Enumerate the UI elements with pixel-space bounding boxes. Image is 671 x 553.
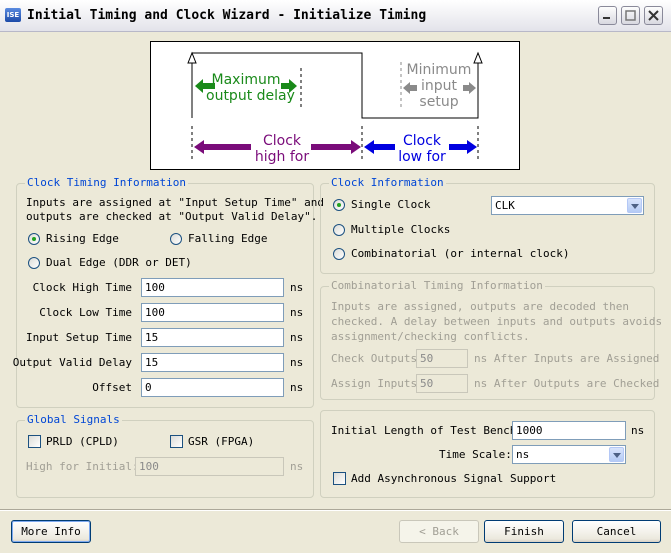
input-setup-time-label: Input Setup Time — [26, 331, 132, 344]
assign-inputs-label: Assign Inputs — [331, 377, 418, 390]
test-bench-length-unit: ns — [631, 424, 645, 437]
comb-description-2: checked. A delay between inputs and outp… — [331, 315, 663, 328]
high-for-initial-label: High for Initial: — [26, 460, 139, 473]
assign-inputs-input[interactable]: 50 — [416, 374, 468, 393]
input-setup-unit: ns — [290, 331, 304, 344]
footer-divider — [0, 509, 671, 511]
more-info-button[interactable]: More Info — [11, 520, 91, 543]
close-icon — [648, 10, 659, 21]
assign-inputs-suffix: ns After Outputs are Checked — [474, 377, 660, 390]
clock-high-unit: ns — [290, 281, 304, 294]
minimize-button[interactable] — [598, 6, 617, 25]
clock-info-legend: Clock Information — [329, 176, 446, 190]
test-bench-length-input[interactable]: 1000 — [512, 421, 626, 440]
global-signals-group: Global Signals PRLD (CPLD) GSR (FPGA) Hi… — [16, 413, 314, 498]
window-title: Initial Timing and Clock Wizard - Initia… — [27, 8, 427, 23]
time-scale-value: ns — [516, 448, 530, 461]
comb-description-3: assignment/checking conflicts. — [331, 330, 530, 343]
clock-high-time-label: Clock High Time — [32, 281, 132, 294]
rising-edge-label[interactable]: Rising Edge — [46, 232, 119, 245]
output-valid-delay-input[interactable]: 15 — [141, 353, 284, 372]
time-scale-label: Time Scale: — [439, 448, 512, 461]
chevron-down-icon[interactable] — [627, 198, 642, 213]
offset-unit: ns — [290, 381, 304, 394]
finish-button[interactable]: Finish — [484, 520, 564, 543]
clock-select-value: CLK — [495, 199, 515, 212]
gsr-label[interactable]: GSR (FPGA) — [188, 435, 254, 448]
timing-diagram: Maximum output delay Minimum input setup Cl… — [150, 41, 520, 170]
maximize-button[interactable] — [621, 6, 640, 25]
app-icon: ISE — [5, 8, 21, 22]
clock-high-label: Clock high for — [254, 133, 310, 165]
combinatorial-radio[interactable] — [333, 248, 345, 260]
left-arrow-icon — [194, 140, 251, 154]
single-clock-radio[interactable] — [333, 199, 345, 211]
comb-description-1: Inputs are assigned, outputs are decoded… — [331, 300, 630, 313]
cancel-button[interactable]: Cancel — [572, 520, 661, 543]
multiple-clocks-label[interactable]: Multiple Clocks — [351, 223, 450, 236]
offset-input[interactable]: 0 — [141, 378, 284, 397]
close-button[interactable] — [644, 6, 663, 25]
clock-low-time-input[interactable]: 100 — [141, 303, 284, 322]
test-bench-length-label: Initial Length of Test Bench: — [331, 424, 524, 437]
comb-timing-group: Combinatorial Timing Information Inputs … — [320, 279, 662, 400]
clock-low-time-label: Clock Low Time — [39, 306, 132, 319]
clock-timing-description-2: outputs are checked at "Output Valid Del… — [26, 210, 318, 223]
clock-high-time-input[interactable]: 100 — [141, 278, 284, 297]
global-signals-legend: Global Signals — [25, 413, 122, 427]
async-signal-checkbox[interactable] — [333, 472, 346, 485]
minimize-icon — [603, 17, 610, 19]
comb-timing-legend: Combinatorial Timing Information — [329, 279, 545, 293]
output-valid-unit: ns — [290, 356, 304, 369]
high-for-initial-input[interactable]: 100 — [135, 457, 284, 476]
time-scale-select[interactable]: ns — [512, 445, 626, 464]
clock-timing-description-1: Inputs are assigned at "Input Setup Time… — [26, 196, 325, 209]
check-outputs-suffix: ns After Inputs are Assigned — [474, 352, 660, 365]
input-setup-time-input[interactable]: 15 — [141, 328, 284, 347]
multiple-clocks-radio[interactable] — [333, 224, 345, 236]
title-bar: ISE Initial Timing and Clock Wizard - In… — [0, 0, 671, 32]
max-output-delay-label: Maximum output delay — [206, 72, 295, 104]
clock-info-group: Clock Information Single Clock CLK Multi… — [320, 176, 655, 274]
clock-low-unit: ns — [290, 306, 304, 319]
async-signal-label[interactable]: Add Asynchronous Signal Support — [351, 472, 556, 485]
rising-edge-radio[interactable] — [28, 233, 40, 245]
offset-label: Offset — [92, 381, 132, 394]
output-valid-delay-label: Output Valid Delay — [12, 356, 132, 369]
check-outputs-input[interactable]: 50 — [416, 349, 468, 368]
prld-label[interactable]: PRLD (CPLD) — [46, 435, 119, 448]
maximize-icon — [625, 10, 636, 21]
dual-edge-radio[interactable] — [28, 257, 40, 269]
test-bench-group: Initial Length of Test Bench: 1000 ns Ti… — [320, 410, 655, 498]
right-arrow-icon — [311, 140, 361, 154]
back-button[interactable]: < Back — [399, 520, 479, 543]
clock-select[interactable]: CLK — [491, 196, 644, 215]
combinatorial-label[interactable]: Combinatorial (or internal clock) — [351, 247, 570, 260]
dual-edge-label[interactable]: Dual Edge (DDR or DET) — [46, 256, 192, 269]
falling-edge-radio[interactable] — [170, 233, 182, 245]
clock-timing-group: Clock Timing Information Inputs are assi… — [12, 176, 324, 408]
prld-checkbox[interactable] — [28, 435, 41, 448]
clock-low-label: Clock low for — [398, 133, 446, 165]
min-input-setup-label: Minimum input setup — [406, 62, 472, 110]
chevron-down-icon[interactable] — [609, 447, 624, 462]
high-for-initial-unit: ns — [290, 460, 304, 473]
check-outputs-label: Check Outputs — [331, 352, 418, 365]
clock-timing-legend: Clock Timing Information — [25, 176, 188, 190]
single-clock-label[interactable]: Single Clock — [351, 198, 430, 211]
falling-edge-label[interactable]: Falling Edge — [188, 232, 267, 245]
gsr-checkbox[interactable] — [170, 435, 183, 448]
